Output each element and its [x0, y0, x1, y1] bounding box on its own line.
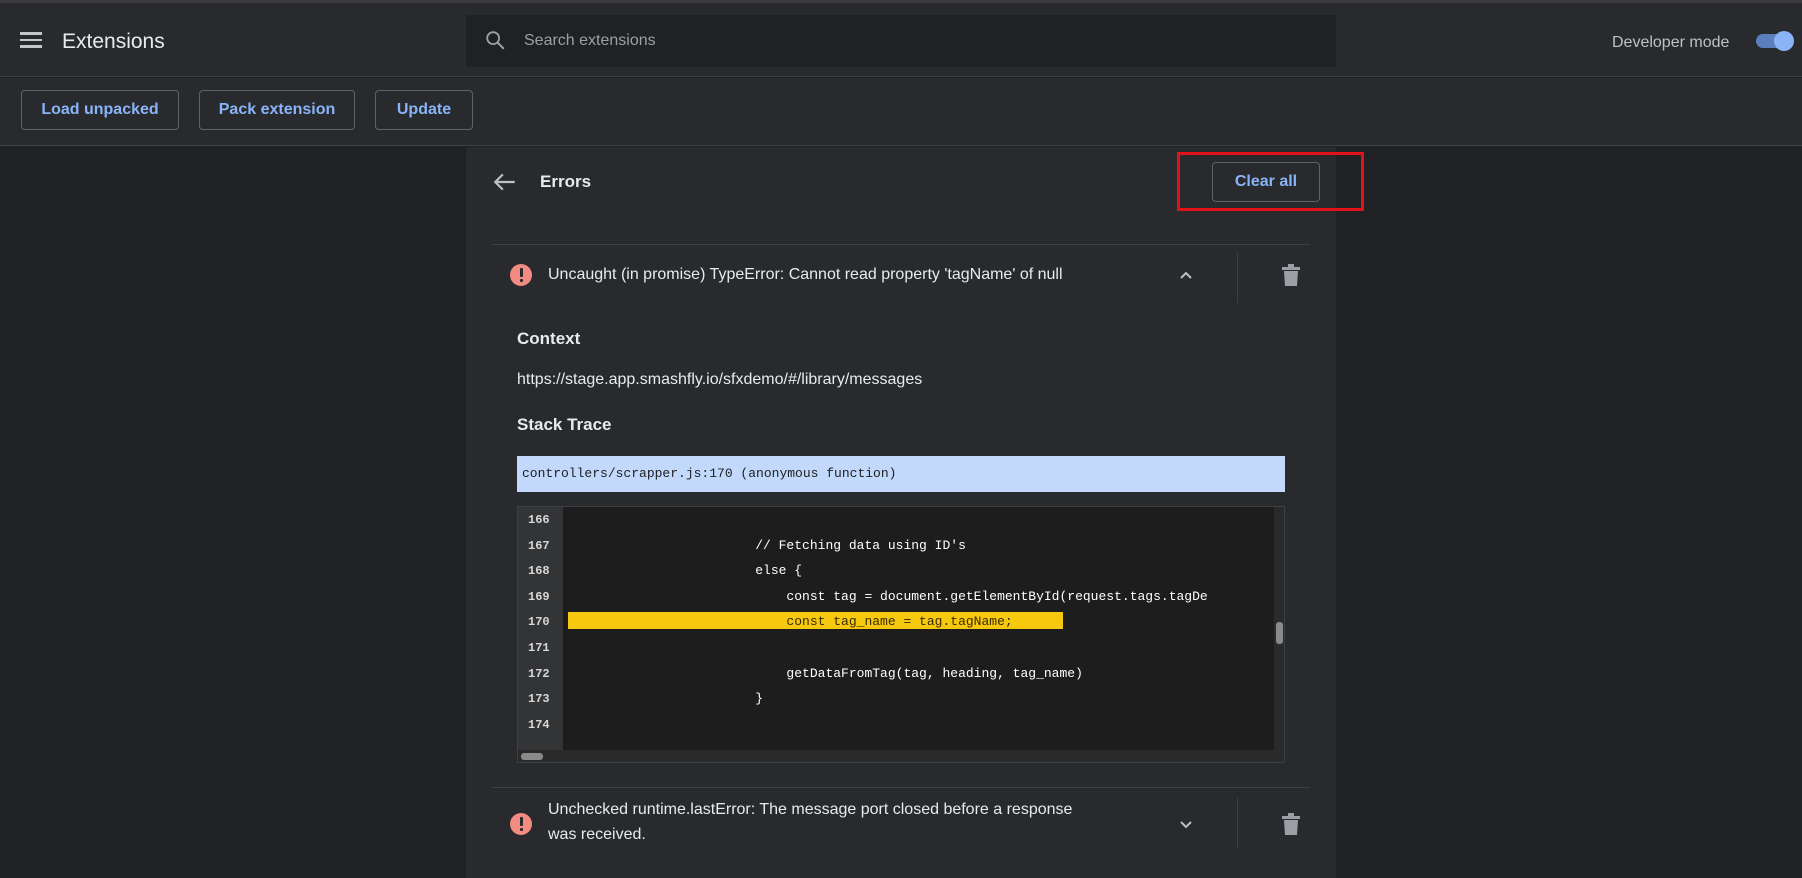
error-message: Unchecked runtime.lastError: The message… [548, 797, 1072, 847]
update-button[interactable]: Update [375, 90, 473, 130]
header-bar: Extensions Developer mode [0, 3, 1802, 77]
line-number: 174 [528, 717, 550, 732]
scroll-thumb[interactable] [521, 753, 543, 760]
page-title: Extensions [62, 30, 165, 53]
clear-all-button[interactable]: Clear all [1212, 162, 1320, 202]
line-code: else { [568, 563, 803, 579]
delete-trash-icon[interactable] [1280, 812, 1302, 836]
error-icon [510, 264, 532, 286]
stack-frame-item[interactable]: controllers/scrapper.js:170 (anonymous f… [517, 456, 1285, 492]
code-line-highlighted: 170 const tag_name = tag.tagName; [518, 610, 1226, 636]
code-line: 168 else { [518, 559, 1226, 585]
context-label: Context [517, 329, 581, 348]
line-number: 173 [528, 692, 550, 707]
code-line: 171 [518, 636, 1226, 662]
vertical-separator [1237, 253, 1238, 303]
error-message: Uncaught (in promise) TypeError: Cannot … [548, 266, 1063, 283]
line-number: 171 [528, 641, 550, 655]
line-code: // Fetching data using ID's [568, 537, 966, 553]
line-number: 167 [528, 538, 550, 553]
search-box[interactable] [466, 15, 1336, 67]
code-viewer[interactable]: 166 167 // Fetching data using ID's 168 el… [517, 506, 1285, 763]
line-number: 172 [528, 666, 550, 681]
error-message-line: was received. [548, 826, 646, 843]
line-code: const tag_name = tag.tagName; [568, 614, 1013, 630]
errors-title: Errors [540, 172, 592, 191]
developer-toolbar: Load unpacked Pack extension Update [0, 78, 1802, 146]
main-menu-icon[interactable] [20, 29, 48, 51]
code-line: 172 getDataFromTag(tag, heading, tag_nam… [518, 662, 1226, 688]
line-code: } [568, 691, 764, 707]
line-number: 169 [528, 589, 550, 604]
developer-mode-toggle[interactable] [1754, 31, 1794, 51]
context-url: https://stage.app.smashfly.io/sfxdemo/#/… [517, 371, 923, 388]
code-line: 167 // Fetching data using ID's [518, 534, 1226, 560]
search-icon [486, 31, 505, 50]
pack-extension-button[interactable]: Pack extension [199, 90, 355, 130]
error-message-line: Unchecked runtime.lastError: The message… [548, 801, 1073, 818]
vertical-separator [1237, 798, 1238, 848]
line-number: 166 [528, 513, 550, 527]
errors-panel: Errors Clear all Uncaught (in promise) T… [466, 147, 1336, 878]
line-number: 170 [528, 615, 550, 630]
chevron-up-icon[interactable] [1178, 269, 1194, 281]
code-line: 166 [518, 508, 1226, 534]
code-line: 174 [518, 713, 1226, 739]
code-line: 169 const tag = document.getElementById(… [518, 585, 1226, 611]
error-item-2-header[interactable]: Unchecked runtime.lastError: The message… [492, 788, 1310, 878]
developer-mode-label: Developer mode [1612, 34, 1730, 51]
chevron-down-icon[interactable] [1178, 818, 1194, 830]
delete-trash-icon[interactable] [1280, 263, 1302, 287]
search-input[interactable] [524, 15, 1304, 67]
horizontal-scrollbar[interactable] [518, 750, 1284, 762]
stack-trace-label: Stack Trace [517, 415, 612, 434]
error-item-1-header[interactable]: Uncaught (in promise) TypeError: Cannot … [492, 245, 1310, 305]
back-arrow-icon[interactable] [492, 171, 518, 193]
load-unpacked-button[interactable]: Load unpacked [21, 90, 179, 130]
line-code: getDataFromTag(tag, heading, tag_name) [568, 665, 1083, 681]
code-line: 173 } [518, 687, 1226, 713]
line-code: const tag = document.getElementById(requ… [568, 588, 1208, 604]
scroll-thumb[interactable] [1276, 622, 1283, 644]
error-icon [510, 813, 532, 835]
line-number: 168 [528, 564, 550, 579]
vertical-scrollbar[interactable] [1274, 507, 1284, 750]
